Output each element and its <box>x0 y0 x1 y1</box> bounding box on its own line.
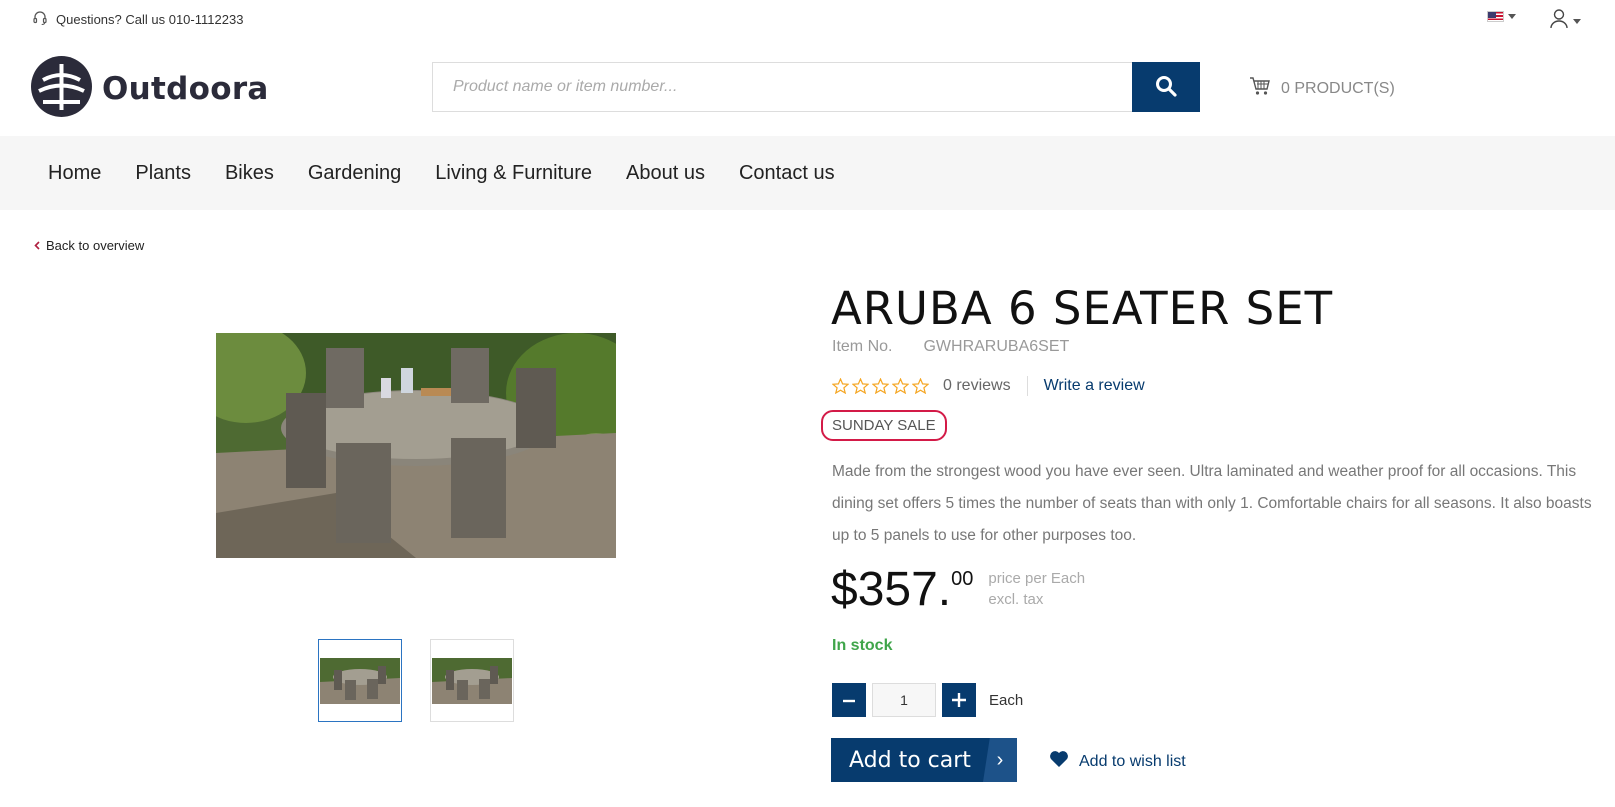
product-thumbnail-1[interactable] <box>318 639 402 722</box>
us-flag-icon <box>1487 11 1504 22</box>
user-icon <box>1549 8 1569 34</box>
sale-badge: SUNDAY SALE <box>821 410 947 441</box>
rating-row: 0 reviews Write a review <box>832 376 1145 396</box>
price-cents: 00 <box>951 568 974 590</box>
top-bar: Questions? Call us 010-1112233 <box>0 0 1615 38</box>
main-nav: Home Plants Bikes Gardening Living & Fur… <box>0 136 1615 210</box>
star-rating[interactable] <box>832 378 929 394</box>
thumbnail-photo <box>432 657 512 704</box>
back-to-overview-link[interactable]: Back to overview <box>34 238 144 253</box>
product-photo <box>216 333 616 558</box>
logo-tree-icon <box>31 56 92 122</box>
stock-status: In stock <box>832 637 893 654</box>
quantity-stepper: Each <box>832 683 1023 717</box>
help-contact: Questions? Call us 010-1112233 <box>32 10 243 29</box>
thumbnail-photo <box>320 657 400 704</box>
product-main-image[interactable] <box>216 333 616 558</box>
add-to-cart-button[interactable]: Add to cart › <box>831 738 1017 782</box>
quantity-unit: Each <box>989 691 1024 709</box>
minus-icon <box>842 686 856 714</box>
nav-item-bikes[interactable]: Bikes <box>225 162 274 185</box>
search-bar <box>432 62 1200 112</box>
headset-icon <box>32 10 48 29</box>
price-tax: excl. tax <box>988 591 1044 608</box>
star-icon <box>872 378 889 394</box>
language-selector[interactable] <box>1487 11 1516 22</box>
search-button[interactable] <box>1132 62 1200 112</box>
nav-item-living-furniture[interactable]: Living & Furniture <box>435 162 592 185</box>
item-number: Item No. GWHRARUBA6SET <box>832 338 1069 356</box>
logo-text: Outdoora <box>102 71 269 107</box>
product-description: Made from the strongest wood you have ev… <box>832 463 1592 544</box>
star-icon <box>852 378 869 394</box>
cart-summary[interactable]: 0 PRODUCT(S) <box>1249 76 1395 101</box>
nav-item-contact-us[interactable]: Contact us <box>739 162 835 185</box>
quantity-increase-button[interactable] <box>942 683 976 717</box>
product-title: ARUBA 6 SEATER SET <box>831 282 1334 335</box>
price: $357. 00 price per Each excl. tax <box>831 562 1085 618</box>
wishlist-label: Add to wish list <box>1079 752 1186 770</box>
star-icon <box>892 378 909 394</box>
plus-icon <box>951 686 967 714</box>
reviews-count[interactable]: 0 reviews <box>943 376 1028 396</box>
chevron-down-icon <box>1573 18 1581 24</box>
account-menu[interactable] <box>1549 8 1581 34</box>
search-input[interactable] <box>432 62 1132 112</box>
header: Outdoora 0 PRODUCT(S) <box>0 38 1615 136</box>
logo[interactable]: Outdoora <box>31 56 269 122</box>
price-unit-info: price per Each excl. tax <box>988 568 1085 610</box>
cart-label: 0 PRODUCT(S) <box>1281 79 1395 97</box>
product-thumbnail-2[interactable] <box>430 639 514 722</box>
nav-item-home[interactable]: Home <box>48 162 101 185</box>
add-to-cart-label: Add to cart <box>849 747 971 773</box>
heart-icon <box>1049 750 1069 773</box>
chevron-right-icon: › <box>983 738 1017 782</box>
help-text: Questions? Call us 010-1112233 <box>56 12 244 27</box>
add-to-wishlist-link[interactable]: Add to wish list <box>1049 750 1186 773</box>
item-number-label: Item No. <box>832 338 893 355</box>
item-number-value: GWHRARUBA6SET <box>923 338 1070 355</box>
quantity-input[interactable] <box>872 683 936 717</box>
quantity-decrease-button[interactable] <box>832 683 866 717</box>
price-per: price per Each <box>988 570 1086 587</box>
star-icon <box>832 378 849 394</box>
price-main: $357. <box>831 563 952 616</box>
nav-item-about-us[interactable]: About us <box>626 162 705 185</box>
cart-icon <box>1249 76 1271 101</box>
back-label: Back to overview <box>46 238 145 253</box>
chevron-left-icon <box>34 238 40 253</box>
nav-item-gardening[interactable]: Gardening <box>308 162 401 185</box>
star-icon <box>912 378 929 394</box>
write-review-link[interactable]: Write a review <box>1044 377 1145 395</box>
chevron-down-icon <box>1508 14 1516 19</box>
search-icon <box>1155 75 1177 100</box>
nav-item-plants[interactable]: Plants <box>135 162 191 185</box>
